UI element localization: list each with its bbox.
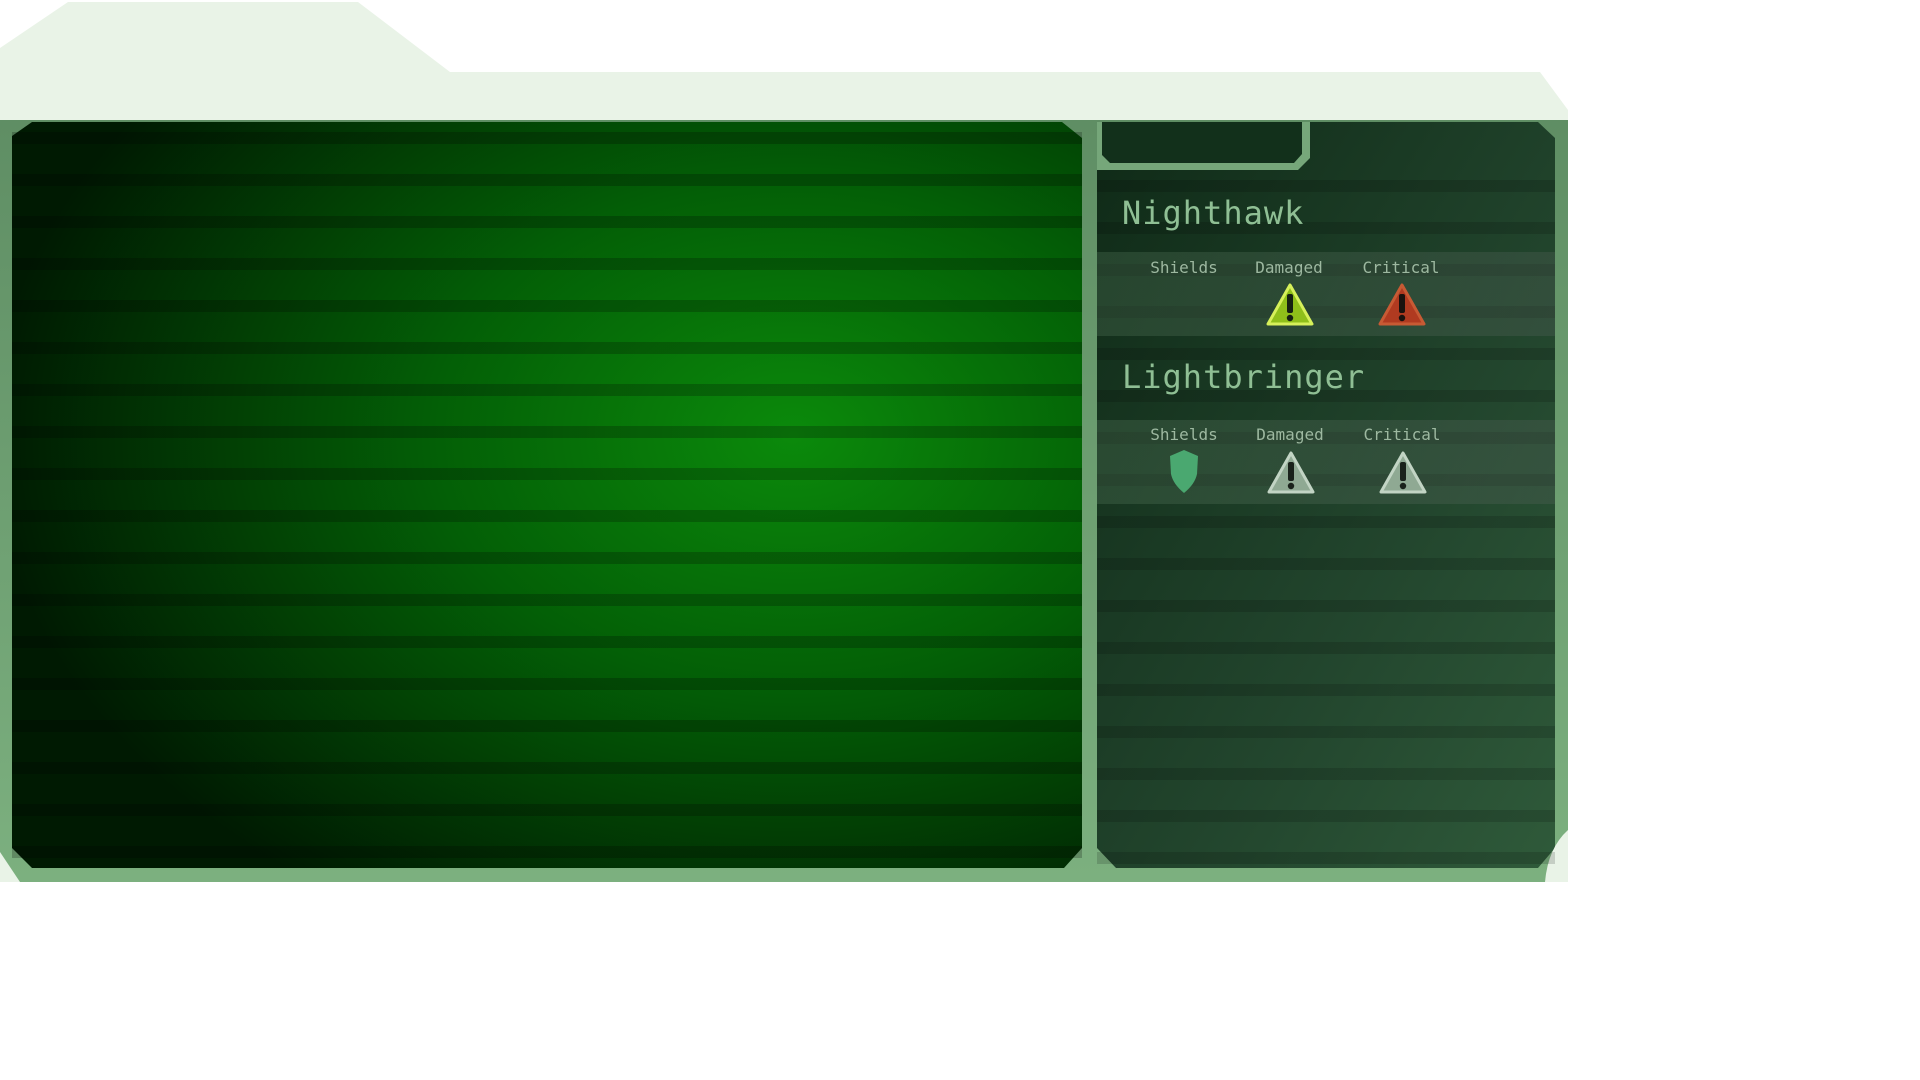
ship-name: Lightbringer (1122, 358, 1366, 396)
status-label-critical: Critical (1362, 258, 1440, 277)
status-label-shields: Shields (1150, 425, 1218, 444)
ship-name: Nighthawk (1122, 194, 1305, 232)
critical-warning-icon (1379, 451, 1427, 494)
status-label-shields: Shields (1150, 258, 1218, 277)
main-screen (12, 122, 1082, 868)
frame-top-tab (0, 2, 1568, 130)
warning-icon (1267, 451, 1315, 494)
warning-icon (1266, 283, 1314, 326)
side-panel-notch (1102, 122, 1302, 163)
critical-warning-icon (1378, 283, 1426, 326)
shield-icon (1170, 450, 1198, 493)
status-label-critical: Critical (1363, 425, 1441, 444)
status-label-damaged: Damaged (1256, 425, 1324, 444)
status-label-damaged: Damaged (1255, 258, 1323, 277)
